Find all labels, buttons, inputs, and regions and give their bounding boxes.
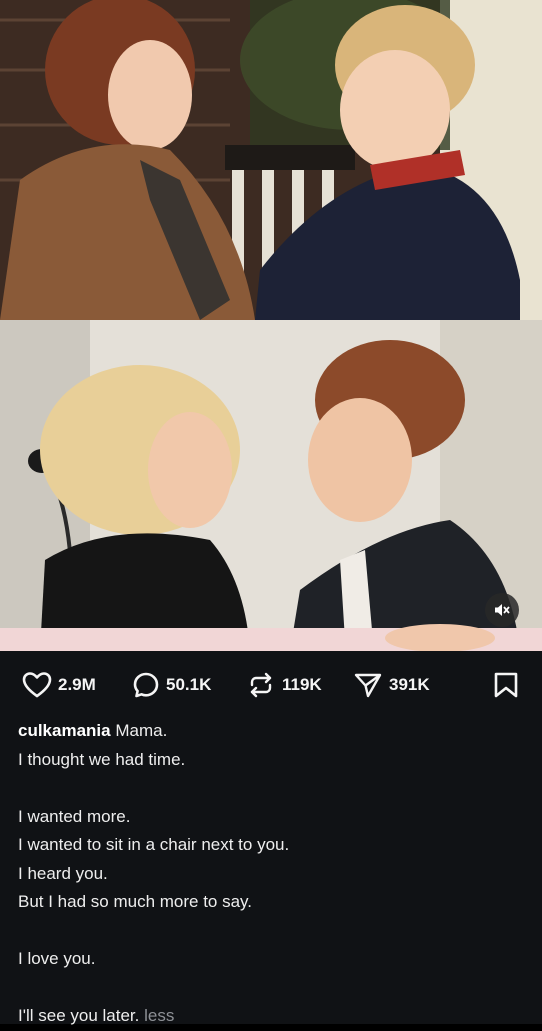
less-link[interactable]: less bbox=[144, 1006, 174, 1025]
like-count: 2.9M bbox=[58, 675, 96, 694]
post-caption: culkamania Mama. I thought we had time. … bbox=[0, 717, 542, 1025]
comment-bubble-icon bbox=[133, 672, 159, 698]
send-icon bbox=[354, 673, 382, 698]
repost-icon bbox=[250, 672, 272, 698]
photo-top bbox=[0, 0, 542, 320]
caption-line: I wanted to sit in a chair next to you. bbox=[18, 835, 290, 854]
caption-line: I thought we had time. bbox=[18, 749, 186, 769]
like-button[interactable]: 2.9M bbox=[22, 671, 96, 699]
caption-line: But I had so much more to say. bbox=[18, 892, 253, 911]
share-button[interactable]: 391K bbox=[353, 671, 430, 699]
username-link[interactable]: culkamania bbox=[18, 721, 111, 740]
repost-count: 119K bbox=[282, 675, 322, 694]
save-button[interactable] bbox=[493, 671, 519, 699]
share-count: 391K bbox=[389, 675, 430, 694]
comment-count: 50.1K bbox=[166, 675, 212, 694]
caption-last-line: I'll see you later. less bbox=[18, 1006, 175, 1025]
repost-button[interactable]: 119K bbox=[246, 671, 322, 699]
caption-line: I heard you. bbox=[18, 863, 108, 883]
caption-line: I wanted more. bbox=[18, 806, 131, 826]
post-media[interactable] bbox=[0, 0, 542, 651]
comment-button[interactable]: 50.1K bbox=[132, 671, 211, 699]
speaker-muted-icon bbox=[495, 604, 510, 616]
caption-line: I love you. bbox=[18, 949, 96, 968]
bookmark-icon bbox=[494, 672, 518, 698]
post-actions-bar: 2.9M 50.1K 119K 391K bbox=[0, 651, 542, 717]
photo-bottom bbox=[0, 320, 542, 651]
mute-toggle-button[interactable] bbox=[485, 593, 519, 627]
heart-icon bbox=[22, 672, 52, 698]
caption-line: culkamania Mama. bbox=[18, 721, 168, 740]
